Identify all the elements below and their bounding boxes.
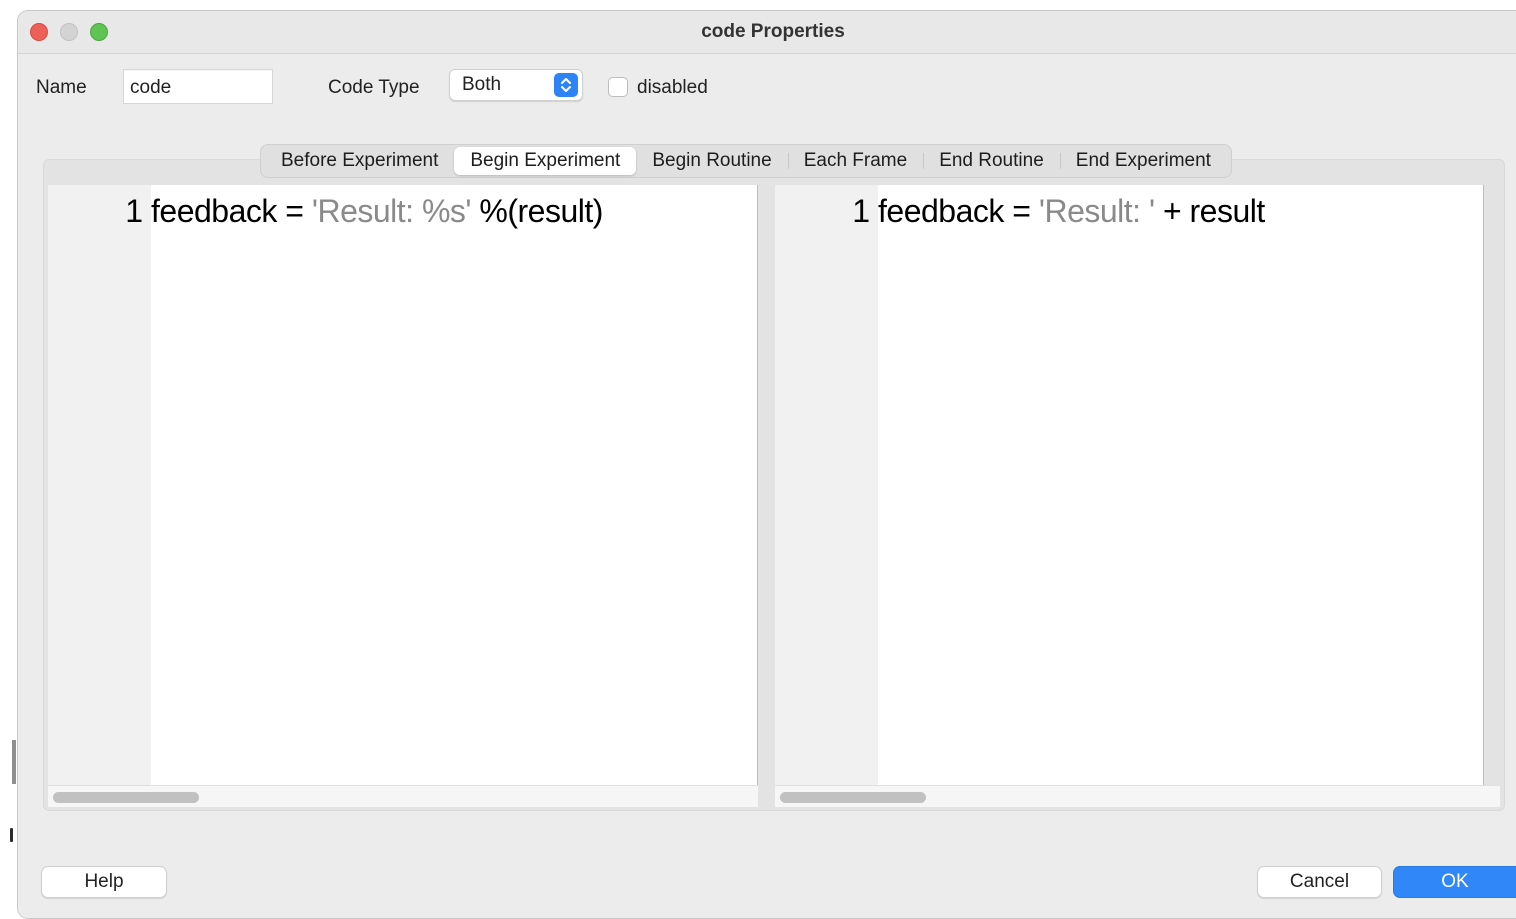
tab-label: Begin Routine bbox=[652, 150, 772, 171]
title-bar[interactable]: code Properties bbox=[18, 11, 1516, 54]
code-type-value: Both bbox=[462, 74, 502, 95]
tab-before-experiment[interactable]: Before Experiment bbox=[265, 147, 454, 175]
cancel-button[interactable]: Cancel bbox=[1257, 866, 1382, 898]
name-label: Name bbox=[36, 77, 87, 98]
window-title: code Properties bbox=[701, 21, 845, 42]
desktop-edge-mark bbox=[10, 828, 13, 842]
line-number-gutter: 1 bbox=[775, 185, 878, 785]
disabled-label: disabled bbox=[637, 77, 708, 98]
tab-each-frame[interactable]: Each Frame bbox=[787, 147, 923, 175]
scrollbar-thumb[interactable] bbox=[53, 792, 199, 803]
string-literal: 'Result: %s' bbox=[311, 193, 472, 229]
line-number: 1 bbox=[852, 193, 870, 229]
tab-begin-experiment[interactable]: Begin Experiment bbox=[454, 147, 637, 175]
tab-label: End Experiment bbox=[1075, 150, 1211, 171]
scrollbar-thumb[interactable] bbox=[780, 792, 926, 803]
string-literal: 'Result: ' bbox=[1038, 193, 1155, 229]
ok-button[interactable]: OK bbox=[1393, 866, 1516, 898]
python-horizontal-scrollbar[interactable] bbox=[48, 785, 758, 807]
line-number-gutter: 1 bbox=[48, 185, 151, 785]
tab-divider bbox=[1059, 153, 1061, 169]
tab-label: End Routine bbox=[939, 150, 1044, 171]
desktop-edge-mark bbox=[12, 740, 16, 784]
code-text: feedback = bbox=[151, 193, 312, 229]
code-line[interactable]: feedback = 'Result: %s' %(result) bbox=[151, 193, 603, 230]
javascript-horizontal-scrollbar[interactable] bbox=[775, 785, 1500, 807]
tab-divider bbox=[923, 153, 925, 169]
tab-divider bbox=[787, 153, 789, 169]
tab-end-experiment[interactable]: End Experiment bbox=[1059, 147, 1227, 175]
select-stepper-icon bbox=[554, 73, 578, 97]
python-code-editor[interactable]: 1 feedback = 'Result: %s' %(result) bbox=[48, 185, 758, 785]
name-input[interactable]: code bbox=[123, 69, 273, 104]
help-button[interactable]: Help bbox=[41, 866, 167, 898]
desktop-background bbox=[0, 0, 18, 919]
tab-begin-routine[interactable]: Begin Routine bbox=[636, 147, 787, 175]
code-text: + result bbox=[1154, 193, 1265, 229]
code-type-label: Code Type bbox=[328, 77, 420, 98]
code-line[interactable]: feedback = 'Result: ' + result bbox=[878, 193, 1265, 230]
tab-end-routine[interactable]: End Routine bbox=[923, 147, 1060, 175]
tab-label: Each Frame bbox=[803, 150, 908, 171]
code-properties-dialog: code Properties Name code Code Type Both… bbox=[17, 10, 1516, 919]
javascript-code-editor[interactable]: 1 feedback = 'Result: ' + result bbox=[775, 185, 1484, 785]
tab-bar: Before Experiment Begin Experiment Begin… bbox=[260, 144, 1232, 178]
line-number: 1 bbox=[125, 193, 143, 229]
disabled-checkbox[interactable] bbox=[608, 77, 628, 97]
code-text: %(result) bbox=[471, 193, 603, 229]
code-type-select[interactable]: Both bbox=[449, 69, 583, 101]
code-text: feedback = bbox=[878, 193, 1039, 229]
